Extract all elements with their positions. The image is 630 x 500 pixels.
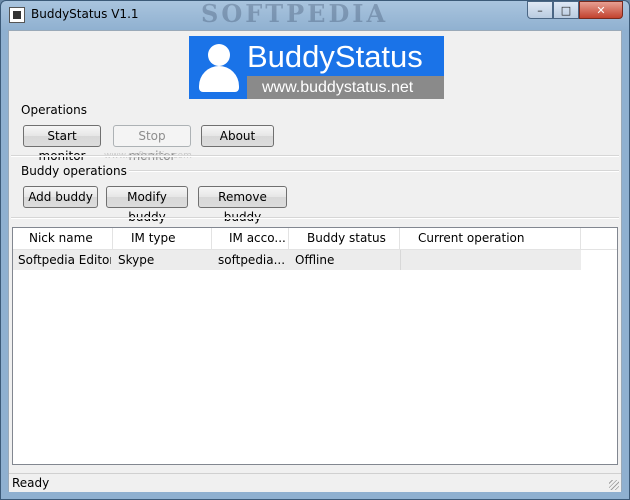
column-header-im-type[interactable]: IM type: [113, 228, 212, 249]
separator: [11, 155, 619, 157]
separator: [129, 170, 619, 172]
close-button[interactable]: ✕: [579, 1, 623, 19]
column-header-im-account[interactable]: IM acco...: [212, 228, 289, 249]
window-title: BuddyStatus V1.1: [31, 7, 139, 21]
banner-title: BuddyStatus: [247, 39, 423, 74]
buddystatus-banner: BuddyStatus www.buddystatus.net: [189, 36, 444, 99]
start-monitor-button[interactable]: Start monitor: [23, 125, 101, 163]
resize-grip-icon[interactable]: [609, 480, 619, 490]
column-header-current-operation[interactable]: Current operation: [400, 228, 581, 249]
cell-current-operation: [400, 250, 581, 270]
about-button[interactable]: About: [201, 125, 274, 147]
separator: [11, 217, 619, 219]
stop-monitor-button[interactable]: Stop monitor: [113, 125, 191, 163]
app-icon[interactable]: [9, 7, 25, 23]
cell-im-account: softpedia...: [218, 253, 286, 267]
buddy-icon: [197, 42, 241, 92]
cell-buddy-status: Offline: [295, 253, 335, 267]
minimize-button[interactable]: –: [527, 1, 553, 19]
main-window: BuddyStatus V1.1 SOFTPEDIA – □ ✕ BuddySt…: [0, 0, 630, 500]
cell-im-type: Skype: [118, 253, 155, 267]
remove-buddy-button[interactable]: Remove buddy: [198, 186, 287, 224]
cell-nick-name: Softpedia Editor: [18, 253, 111, 267]
add-buddy-button[interactable]: Add buddy: [23, 186, 98, 208]
table-row[interactable]: Softpedia Editor Skype softpedia... Offl…: [13, 250, 581, 270]
client-area: BuddyStatus www.buddystatus.net Operatio…: [8, 30, 622, 492]
buddy-operations-label: Buddy operations: [21, 164, 127, 178]
title-bar[interactable]: BuddyStatus V1.1 SOFTPEDIA – □ ✕: [1, 1, 629, 29]
operations-label: Operations: [21, 103, 87, 117]
softpedia-watermark: SOFTPEDIA: [201, 0, 389, 28]
caption-buttons: – □ ✕: [527, 1, 623, 20]
status-text: Ready: [12, 476, 50, 490]
column-header-nick-name[interactable]: Nick name: [13, 228, 113, 249]
modify-buddy-button[interactable]: Modify buddy: [106, 186, 188, 224]
maximize-button[interactable]: □: [553, 1, 579, 19]
banner-url: www.buddystatus.net: [247, 76, 444, 99]
table-header: Nick name IM type IM acco... Buddy statu…: [13, 228, 617, 250]
buddy-list-table[interactable]: Nick name IM type IM acco... Buddy statu…: [12, 227, 618, 465]
column-header-buddy-status[interactable]: Buddy status: [289, 228, 400, 249]
status-bar: Ready: [9, 473, 621, 492]
